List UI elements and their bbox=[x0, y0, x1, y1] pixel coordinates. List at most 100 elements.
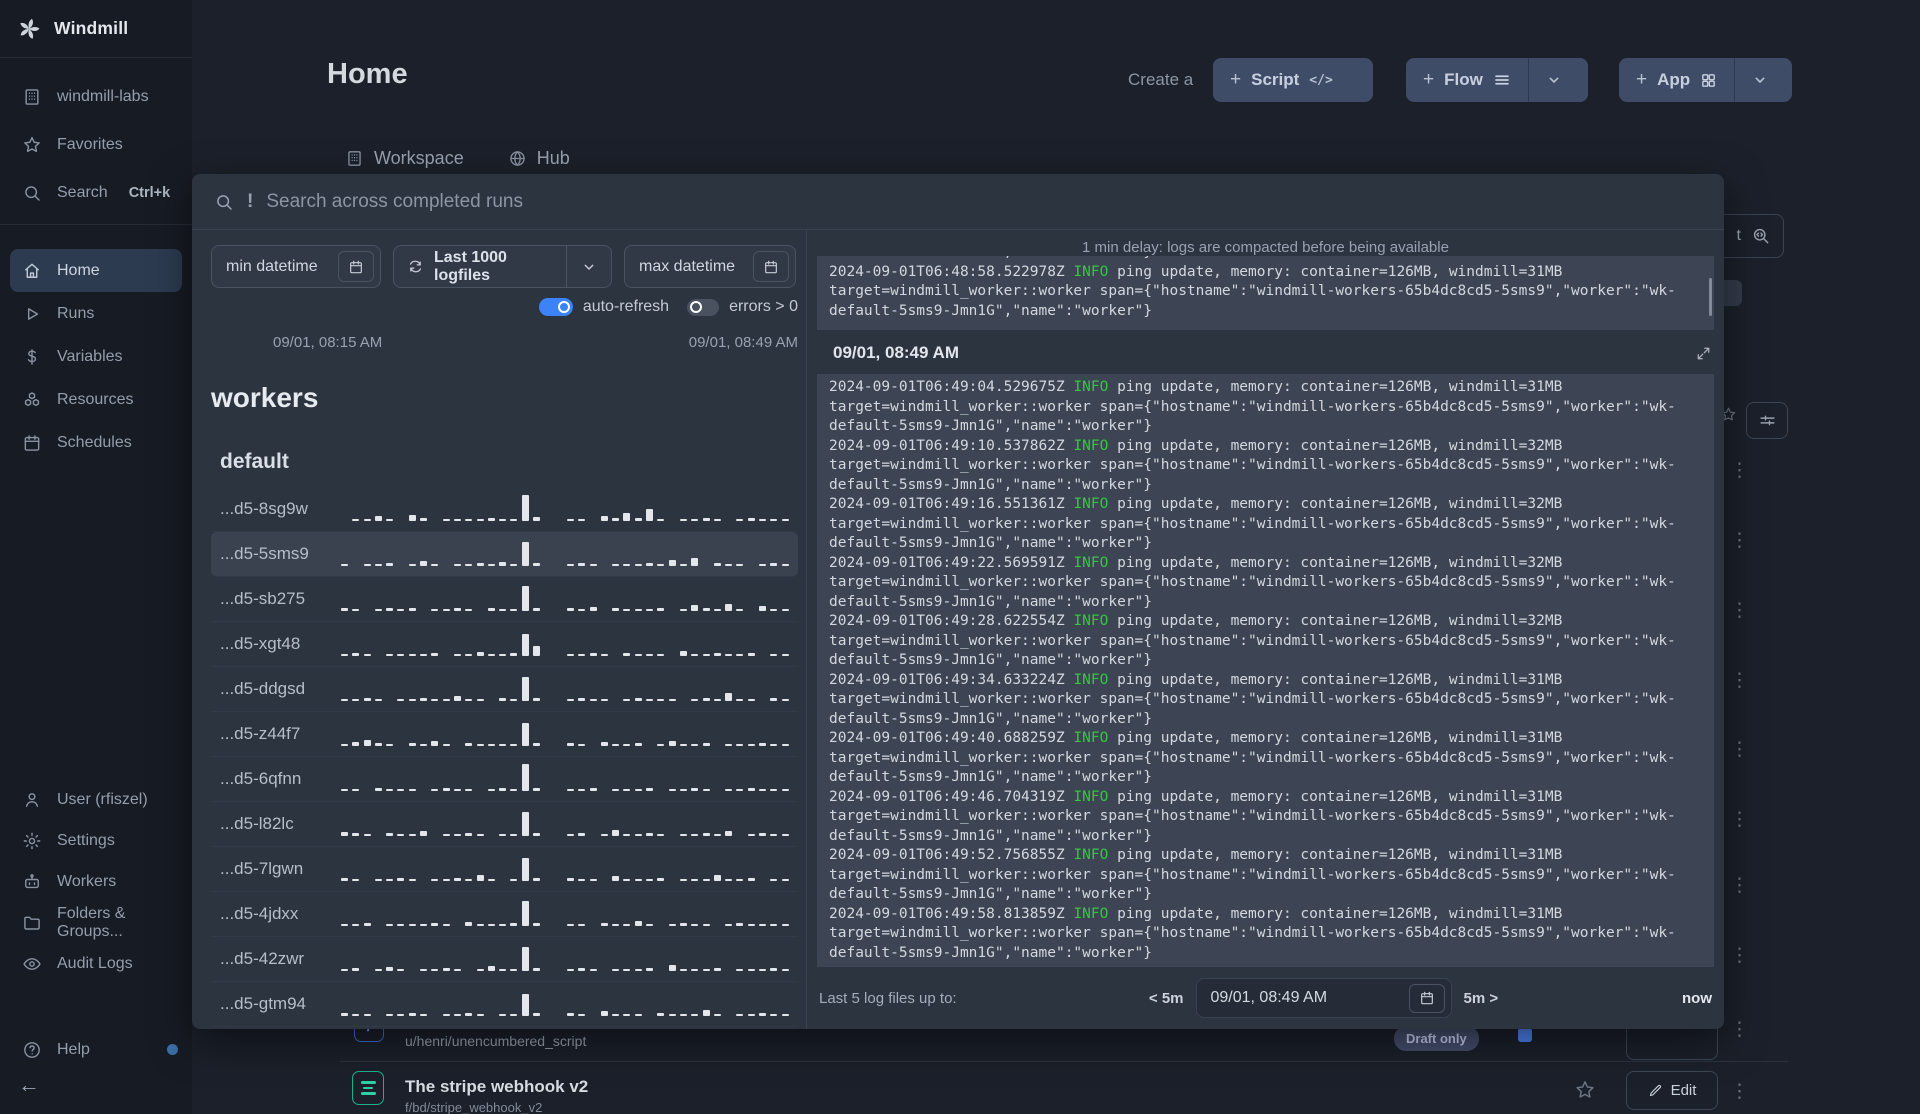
spark-bar bbox=[465, 699, 473, 701]
worker-row[interactable]: ...d5-4jdxx bbox=[211, 892, 798, 937]
sidebar-item-user-rfiszel[interactable]: User (rfiszel) bbox=[0, 779, 192, 820]
filters-button[interactable] bbox=[1746, 402, 1788, 439]
tab-workspace[interactable]: Workspace bbox=[345, 148, 464, 169]
tab-workspace-label: Workspace bbox=[374, 148, 464, 168]
row-menu-button[interactable]: ⋮ bbox=[1730, 740, 1749, 759]
row-menu-button[interactable]: ⋮ bbox=[1730, 1020, 1749, 1039]
previous-log-block[interactable]: default-5sms9-Jmn1G","name":"worker"} 202… bbox=[817, 256, 1714, 330]
row-menu-button[interactable]: ⋮ bbox=[1730, 461, 1749, 480]
worker-row[interactable]: ...d5-xgt48 bbox=[211, 622, 798, 667]
sidebar-item-workers[interactable]: Workers bbox=[0, 861, 192, 902]
play-icon bbox=[22, 304, 42, 324]
worker-row[interactable]: ...d5-42zwr bbox=[211, 937, 798, 982]
spark-bar bbox=[476, 1014, 484, 1016]
calendar-icon[interactable] bbox=[338, 251, 374, 282]
sidebar-item-help[interactable]: Help bbox=[0, 1029, 192, 1070]
log-line: 2024-09-01T06:49:16.551361Z INFO ping up… bbox=[829, 496, 1563, 512]
edit-button[interactable]: Edit bbox=[1626, 1071, 1718, 1110]
log-datetime-input[interactable]: 09/01, 08:49 AM bbox=[1195, 978, 1452, 1018]
spark-bar bbox=[521, 495, 529, 521]
spark-bar bbox=[578, 879, 586, 881]
errors-toggle[interactable] bbox=[687, 298, 720, 316]
scrollbar-thumb[interactable] bbox=[1709, 278, 1712, 316]
spark-bar bbox=[679, 519, 687, 521]
spark-bar bbox=[533, 646, 541, 656]
worker-row[interactable]: ...d5-ddgsd bbox=[211, 667, 798, 712]
spark-bar bbox=[420, 1014, 428, 1016]
tab-hub[interactable]: Hub bbox=[508, 148, 570, 169]
worker-row[interactable]: ...d5-sb275 bbox=[211, 577, 798, 622]
worker-row[interactable]: ...d5-8sg9w bbox=[211, 487, 798, 532]
row-menu-button[interactable]: ⋮ bbox=[1730, 531, 1749, 550]
sidebar-item-variables[interactable]: Variables bbox=[0, 335, 192, 378]
sidebar-item-label: Help bbox=[57, 1040, 90, 1058]
worker-row[interactable]: ...d5-5sms9 bbox=[211, 532, 798, 577]
app-dropdown-button[interactable] bbox=[1735, 58, 1785, 102]
row-menu-button[interactable]: ⋮ bbox=[1730, 876, 1749, 895]
sidebar-item-search[interactable]: Search Ctrl+k bbox=[0, 169, 192, 217]
calendar-icon[interactable] bbox=[753, 251, 789, 282]
now-button[interactable]: now bbox=[1682, 990, 1712, 1007]
create-script-button[interactable]: + Script </> bbox=[1213, 58, 1373, 102]
spark-bar bbox=[770, 744, 778, 746]
spark-bar bbox=[578, 609, 586, 611]
collapse-sidebar-button[interactable]: ← bbox=[18, 1072, 40, 1098]
current-log-block[interactable]: 2024-09-01T06:49:04.529675Z INFO ping up… bbox=[817, 374, 1714, 967]
row-menu-button[interactable]: ⋮ bbox=[1730, 946, 1749, 965]
row-menu-button[interactable]: ⋮ bbox=[1730, 810, 1749, 829]
log-delay-note: 1 min delay: logs are compacted before b… bbox=[1082, 239, 1449, 256]
flow-bars-icon bbox=[1493, 71, 1511, 89]
toggles-row: auto-refresh errors > 0 bbox=[211, 298, 798, 316]
create-flow-button[interactable]: + Flow bbox=[1406, 58, 1528, 102]
worker-row[interactable]: ...d5-gtm94 bbox=[211, 982, 798, 1027]
log-line: target=windmill_worker::worker span={"ho… bbox=[829, 632, 1676, 649]
spark-bar bbox=[736, 699, 744, 701]
sidebar-item-audit-logs[interactable]: Audit Logs bbox=[0, 943, 192, 984]
sidebar-item-folders-groups[interactable]: Folders & Groups... bbox=[0, 902, 192, 943]
spark-bar bbox=[499, 924, 507, 926]
spark-bar bbox=[657, 654, 665, 656]
log-line: target=windmill_worker::worker span={"ho… bbox=[829, 808, 1676, 824]
forward-5m-button[interactable]: 5m > bbox=[1464, 990, 1499, 1007]
spark-bar bbox=[476, 652, 484, 656]
max-datetime-input[interactable]: max datetime bbox=[624, 245, 796, 288]
back-5m-button[interactable]: < 5m bbox=[1149, 990, 1184, 1007]
flow-dropdown-button[interactable] bbox=[1529, 58, 1579, 102]
calendar-icon[interactable] bbox=[1408, 983, 1445, 1013]
filter-row: min datetime Last 1000 logfiles max date… bbox=[211, 245, 798, 288]
worker-row[interactable]: ...d5-6qfnn bbox=[211, 757, 798, 802]
row-menu-button[interactable]: ⋮ bbox=[1730, 1082, 1749, 1101]
search-completed-runs-input[interactable] bbox=[266, 190, 1724, 213]
worker-row[interactable]: ...d5-z44f7 bbox=[211, 712, 798, 757]
worker-row[interactable]: ...d5-7lgwn bbox=[211, 847, 798, 892]
sidebar-item-windmill-labs[interactable]: windmill-labs bbox=[0, 73, 192, 121]
spark-bar bbox=[578, 924, 586, 926]
logfiles-selector[interactable]: Last 1000 logfiles bbox=[393, 245, 612, 288]
favorite-star-icon[interactable] bbox=[1574, 1079, 1596, 1101]
expand-icon[interactable] bbox=[1696, 346, 1711, 361]
spark-bar bbox=[352, 519, 360, 521]
sidebar-item-runs[interactable]: Runs bbox=[0, 292, 192, 335]
sidebar-item-settings[interactable]: Settings bbox=[0, 820, 192, 861]
row-menu-button[interactable]: ⋮ bbox=[1730, 601, 1749, 620]
sidebar-item-home[interactable]: Home bbox=[10, 249, 182, 292]
spark-bar bbox=[374, 516, 382, 521]
spark-bar bbox=[420, 561, 428, 566]
sidebar-item-resources[interactable]: Resources bbox=[0, 378, 192, 421]
worker-name: ...d5-l82lc bbox=[220, 814, 294, 833]
spark-bar bbox=[770, 519, 778, 521]
log-footer: Last 5 log files up to: < 5m 09/01, 08:4… bbox=[807, 967, 1724, 1029]
spark-bar bbox=[431, 969, 439, 971]
create-app-button[interactable]: + App bbox=[1619, 58, 1734, 102]
sidebar-item-schedules[interactable]: Schedules bbox=[0, 421, 192, 464]
windmill-logo-icon bbox=[16, 16, 42, 42]
app-grid-icon bbox=[1700, 72, 1717, 89]
row-menu-button[interactable]: ⋮ bbox=[1730, 671, 1749, 690]
sidebar-item-favorites[interactable]: Favorites bbox=[0, 121, 192, 169]
logfiles-dropdown-button[interactable] bbox=[567, 246, 611, 287]
spark-bar bbox=[499, 969, 507, 971]
spark-bar bbox=[476, 519, 484, 521]
auto-refresh-toggle[interactable] bbox=[538, 298, 573, 316]
min-datetime-input[interactable]: min datetime bbox=[211, 245, 381, 288]
worker-row[interactable]: ...d5-l82lc bbox=[211, 802, 798, 847]
